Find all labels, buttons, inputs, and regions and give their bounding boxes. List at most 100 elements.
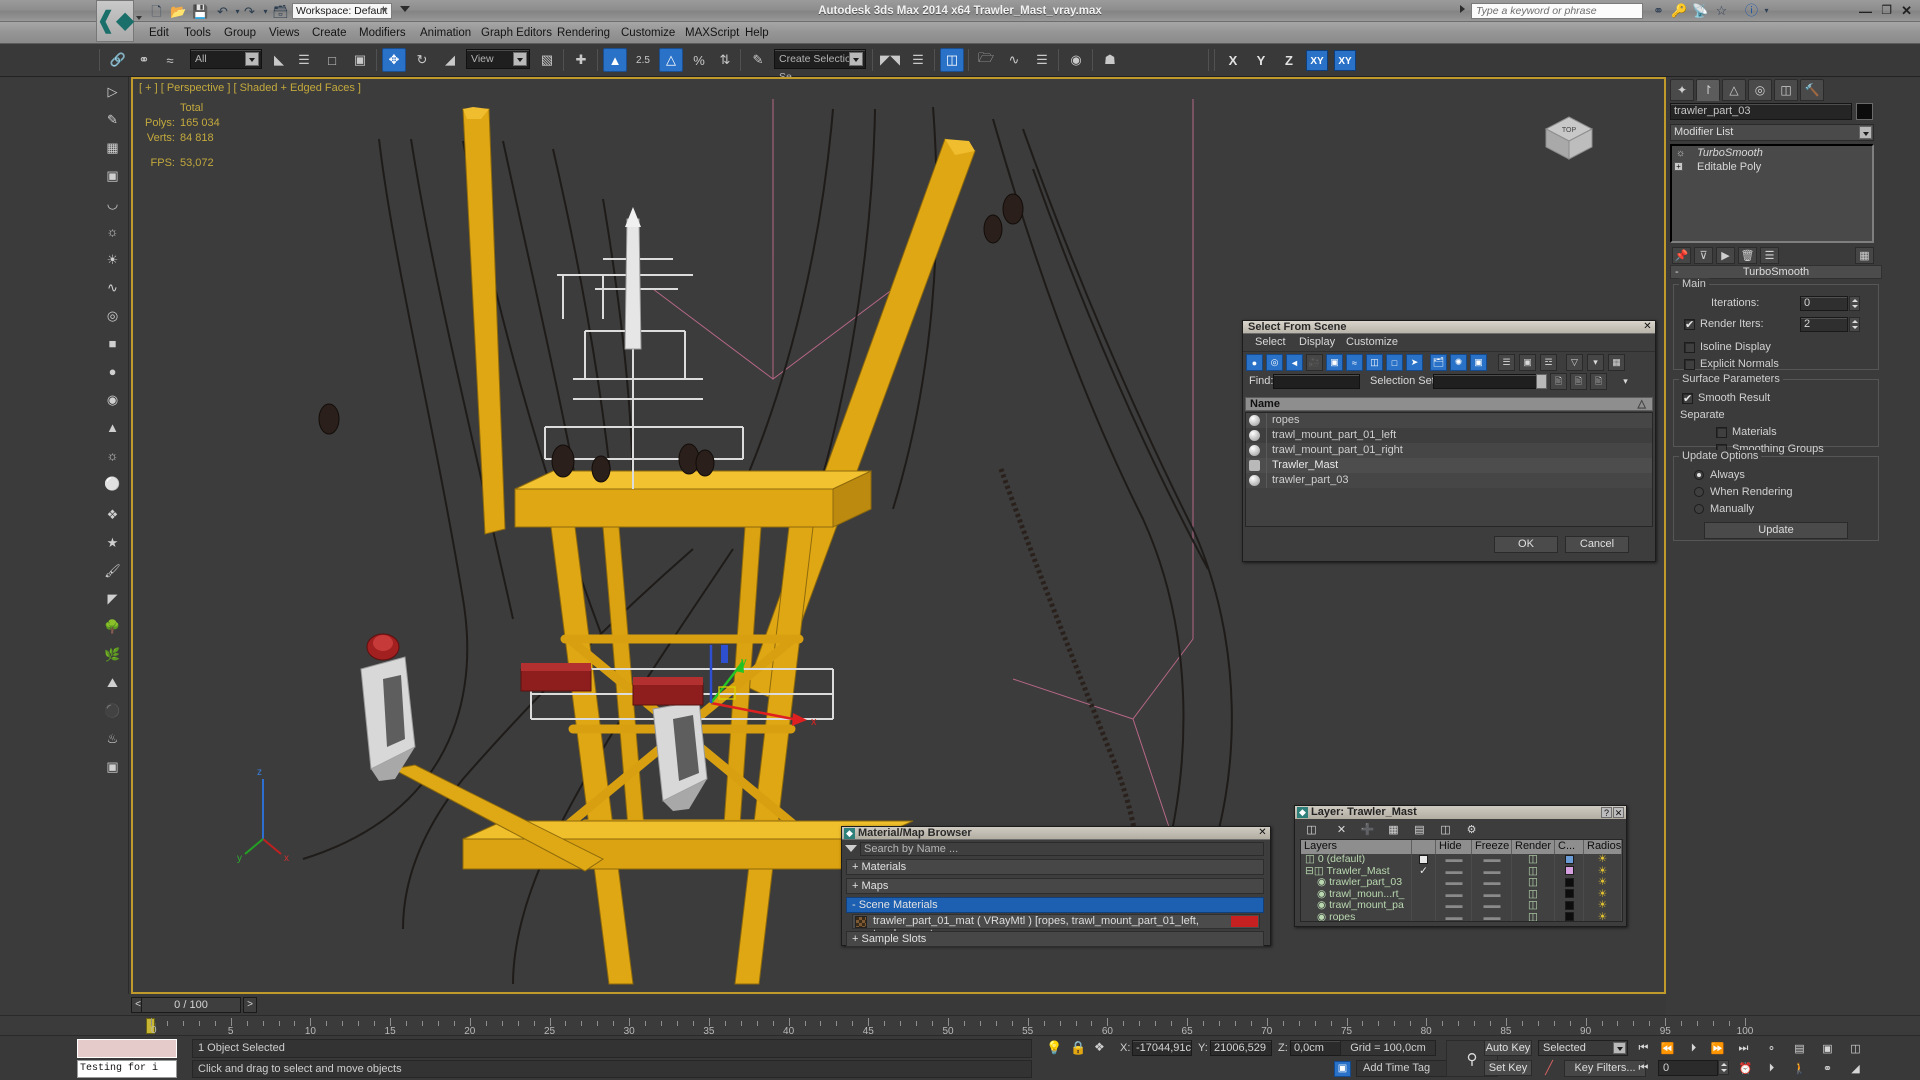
radiosity-icon[interactable]: ☀ xyxy=(1584,877,1622,889)
col-freeze[interactable]: Freeze xyxy=(1472,840,1512,854)
snaps-toggle-icon[interactable]: ▲ xyxy=(603,48,627,72)
update-button[interactable]: Update xyxy=(1704,522,1848,539)
edit-set-icon[interactable]: 🖹 xyxy=(1590,373,1607,390)
current-frame-display[interactable]: 0 / 100 xyxy=(141,997,241,1013)
key-icon[interactable]: 🔑 xyxy=(1671,3,1688,19)
modifier-stack[interactable]: ☼ TurboSmooth + Editable Poly xyxy=(1670,144,1874,243)
material-map-browser[interactable]: ◆ Material/Map Browser ✕ Search by Name … xyxy=(841,826,1271,947)
display-cameras-icon[interactable]: 🎥 xyxy=(1306,354,1323,371)
menu-customize[interactable]: Customize xyxy=(614,22,682,44)
layer-row[interactable]: ◉ ropes ▬▬ ▬▬ ◫ ☀ xyxy=(1301,911,1622,921)
restrict-to-xy-snap-button[interactable]: XY xyxy=(1334,50,1356,71)
tool-sun-icon[interactable]: ☼ xyxy=(100,443,125,468)
list-item[interactable]: Trawler_Mast xyxy=(1246,458,1652,473)
workspace-caret-icon[interactable] xyxy=(381,8,387,12)
render-iters-checkbox[interactable] xyxy=(1684,317,1695,334)
when-rendering-radio[interactable] xyxy=(1694,487,1704,497)
list-item[interactable]: ropes xyxy=(1246,413,1652,428)
layer-row[interactable]: ◉ trawl_moun...rt_ ▬▬ ▬▬ ◫ ☀ xyxy=(1301,888,1622,900)
create-new-set-icon[interactable]: 🖹 xyxy=(1550,373,1567,390)
restore-button[interactable]: ❐ xyxy=(1881,3,1892,17)
open-file-icon[interactable]: 📂 xyxy=(170,3,187,20)
next-frame-icon[interactable]: ⏩ xyxy=(1708,1040,1727,1057)
rectangular-selection-region-icon[interactable]: □ xyxy=(320,48,344,72)
select-and-scale-icon[interactable]: ◢ xyxy=(438,48,462,72)
layer-color-swatch[interactable] xyxy=(1555,888,1584,900)
layer-close-icon[interactable]: ✕ xyxy=(1613,807,1624,818)
scene-material-item[interactable]: trawler_part_01_mat ( VRayMtl ) [ropes, … xyxy=(852,914,1260,940)
field-of-view-icon[interactable]: ▣ xyxy=(1818,1040,1837,1057)
menu-animation[interactable]: Animation xyxy=(413,22,478,44)
current-frame-spinner[interactable] xyxy=(1718,1060,1729,1075)
menu-tools[interactable]: Tools xyxy=(177,22,218,44)
restrict-to-y-button[interactable]: Y xyxy=(1250,50,1272,71)
modifier-list-dropdown[interactable]: Modifier List xyxy=(1670,124,1874,141)
tool-particles-icon[interactable]: ❖ xyxy=(100,502,125,527)
percent-snap-toggle-icon[interactable]: % xyxy=(687,48,711,72)
display-shapes-icon[interactable]: ◎ xyxy=(1266,354,1283,371)
new-file-icon[interactable]: 🗋 xyxy=(148,3,165,20)
expand-minus-icon[interactable]: ⊟ xyxy=(1305,866,1314,877)
tool-object-icon[interactable]: ▣ xyxy=(100,163,125,188)
select-and-rotate-icon[interactable]: ↻ xyxy=(410,48,434,72)
filter-icon[interactable]: ▽ xyxy=(1566,354,1583,371)
menu-help[interactable]: Help xyxy=(738,22,776,44)
tool-helper-icon[interactable]: ◎ xyxy=(100,303,125,328)
track-bar[interactable]: ▤ 0 510152025303540455055606570758085909… xyxy=(0,1015,1920,1037)
selection-lock-icon[interactable]: 🔒 xyxy=(1070,1040,1086,1056)
display-frozen-icon[interactable]: ✺ xyxy=(1450,354,1467,371)
list-item[interactable]: trawl_mount_part_01_right xyxy=(1246,443,1652,458)
tool-measure-icon[interactable]: ◤ xyxy=(100,586,125,611)
transform-type-in-icon[interactable]: ❖ xyxy=(1094,1040,1105,1054)
display-space-warps-icon[interactable]: ≈ xyxy=(1346,354,1363,371)
render-iters-spinner[interactable] xyxy=(1849,317,1860,332)
radiosity-icon[interactable]: ☀ xyxy=(1584,888,1622,900)
iterations-spinner[interactable] xyxy=(1849,296,1860,311)
display-lights-icon[interactable]: ◄ xyxy=(1286,354,1303,371)
maximize-viewport-toggle-icon[interactable]: ◢ xyxy=(1846,1060,1865,1077)
x-coordinate-input[interactable]: -17044,91c xyxy=(1132,1040,1192,1056)
hide-toggle[interactable]: ▬▬ xyxy=(1436,877,1472,889)
create-new-layer-icon[interactable]: ◫ xyxy=(1303,821,1320,837)
always-radio[interactable] xyxy=(1694,470,1704,480)
set-current-layer-icon[interactable]: ◫ xyxy=(1437,821,1454,837)
modifier-stack-item-editable-poly[interactable]: + Editable Poly xyxy=(1672,160,1872,174)
hide-toggle[interactable]: ▬▬ xyxy=(1436,888,1472,900)
reference-coordinate-system-combo[interactable]: View xyxy=(466,49,530,69)
display-containers-icon[interactable]: 🗂 xyxy=(1430,354,1447,371)
group-sample-slots[interactable]: + Sample Slots xyxy=(846,931,1264,947)
radiosity-icon[interactable]: ☀ xyxy=(1584,854,1622,866)
menu-graph-editors[interactable]: Graph Editors xyxy=(474,22,559,44)
close-button[interactable]: ✕ xyxy=(1901,3,1912,19)
ref-coord-caret-icon[interactable] xyxy=(513,52,527,66)
play-animation-icon[interactable]: ⏵ xyxy=(1684,1040,1703,1057)
dialog-menu-display[interactable]: Display xyxy=(1293,334,1341,351)
snap-value-icon[interactable]: 2.5 xyxy=(631,48,655,72)
orbit-icon[interactable]: ⚭ xyxy=(1818,1060,1837,1077)
y-coordinate-input[interactable]: 21006,529 xyxy=(1210,1040,1272,1056)
show-end-result-icon[interactable]: ⊽ xyxy=(1694,247,1713,264)
tool-paintbrush-icon[interactable]: 🖌 xyxy=(100,558,125,583)
time-configuration-icon[interactable]: ⏰ xyxy=(1736,1060,1755,1077)
go-to-end-icon[interactable]: ⏭ xyxy=(1734,1040,1753,1057)
tab-motion[interactable]: ◎ xyxy=(1748,79,1772,101)
select-by-name-icon[interactable]: ☰ xyxy=(292,48,316,72)
object-color-swatch[interactable] xyxy=(1856,103,1873,120)
tool-water-icon[interactable]: ⚫ xyxy=(100,698,125,723)
remove-modifier-icon[interactable]: 🗑 xyxy=(1738,247,1757,264)
current-frame-input[interactable]: 0 xyxy=(1658,1060,1718,1076)
display-helpers-icon[interactable]: ▣ xyxy=(1326,354,1343,371)
current-layer-check[interactable]: ✓ xyxy=(1412,865,1436,877)
spinner-snap-toggle-icon[interactable]: ⇅ xyxy=(713,48,737,72)
display-children-icon[interactable]: ☲ xyxy=(1540,354,1557,371)
material-editor-icon[interactable]: ◉ xyxy=(1064,48,1088,72)
angle-snap-toggle-icon[interactable]: △ xyxy=(659,48,683,72)
select-and-manipulate-icon[interactable]: ✚ xyxy=(569,48,593,72)
render-toggle[interactable]: ◫ xyxy=(1512,911,1555,921)
menu-modifiers[interactable]: Modifiers xyxy=(352,22,413,44)
highlight-selected-objects-icon[interactable]: ▤ xyxy=(1411,821,1428,837)
layer-color-swatch[interactable] xyxy=(1555,865,1584,877)
layer-row[interactable]: ◉ trawler_part_03 ▬▬ ▬▬ ◫ ☀ xyxy=(1301,877,1622,889)
pin-stack-icon[interactable]: 📌 xyxy=(1672,247,1691,264)
collapse-all-icon[interactable]: ▣ xyxy=(1519,354,1536,371)
